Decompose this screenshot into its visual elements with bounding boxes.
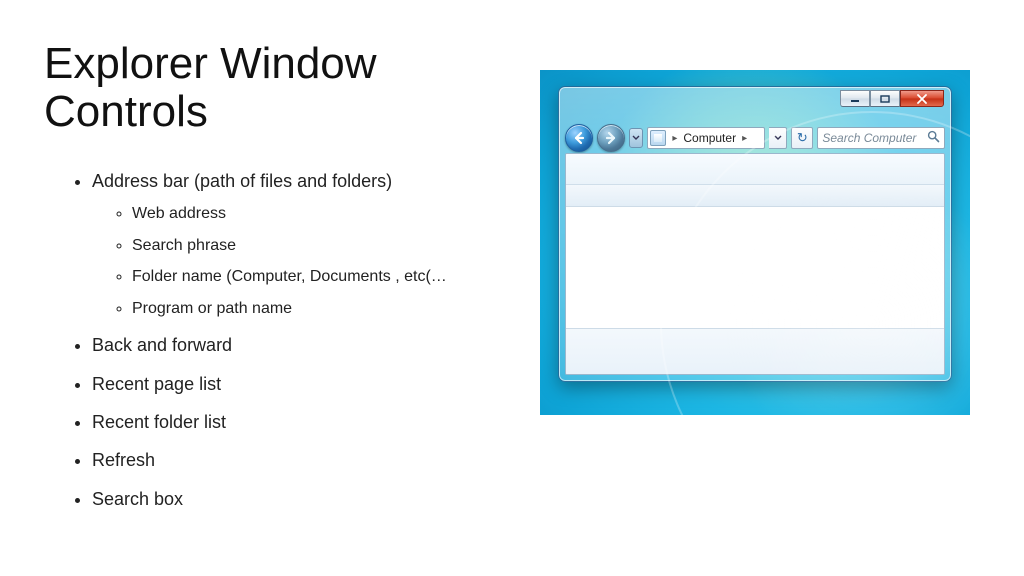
list-item: Web address [132,203,507,225]
list-item: Back and forward [92,333,507,357]
details-pane [566,328,944,374]
forward-arrow-icon [604,131,618,145]
maximize-button[interactable] [870,90,900,107]
computer-icon [650,130,666,146]
recent-locations-dropdown[interactable] [769,127,787,149]
forward-button[interactable] [597,124,625,152]
search-placeholder: Search Computer [822,131,916,145]
chevron-down-icon [632,135,640,141]
list-item: Refresh [92,448,507,472]
slide-title: Explorer Window Controls [44,40,507,137]
list-item-label: Address bar (path of files and folders) [92,171,392,191]
back-arrow-icon [572,131,586,145]
close-icon [916,94,928,104]
desktop-wallpaper: ▸ Computer ▸ ↻ Search Computer [540,70,970,415]
back-button[interactable] [565,124,593,152]
command-bar [566,185,944,207]
list-item: Address bar (path of files and folders) … [92,169,507,320]
list-item: Search box [92,487,507,511]
maximize-icon [880,95,890,103]
search-box[interactable]: Search Computer [817,127,945,149]
breadcrumb-sep-icon: ▸ [740,133,749,144]
menu-bar-area [566,154,944,185]
window-client-area [565,153,945,375]
content-pane [566,207,944,328]
bullet-list: Address bar (path of files and folders) … [44,169,507,511]
refresh-button[interactable]: ↻ [791,127,813,149]
list-item: Folder name (Computer, Documents , etc(… [132,266,507,288]
breadcrumb-item[interactable]: Computer [683,131,736,145]
search-icon [927,130,940,146]
navigation-bar: ▸ Computer ▸ ↻ Search Computer [565,123,945,153]
refresh-icon: ↻ [797,130,808,146]
window-caption-buttons [840,90,944,107]
list-item: Recent folder list [92,410,507,434]
list-item: Program or path name [132,298,507,320]
close-button[interactable] [900,90,944,107]
address-bar[interactable]: ▸ Computer ▸ [647,127,765,149]
minimize-icon [850,95,860,103]
sub-list: Web address Search phrase Folder name (C… [92,203,507,319]
explorer-window: ▸ Computer ▸ ↻ Search Computer [558,86,952,382]
chevron-down-icon [774,135,782,141]
recent-pages-dropdown[interactable] [629,128,643,148]
list-item: Recent page list [92,372,507,396]
list-item: Search phrase [132,235,507,257]
breadcrumb-sep-icon: ▸ [670,133,679,144]
minimize-button[interactable] [840,90,870,107]
